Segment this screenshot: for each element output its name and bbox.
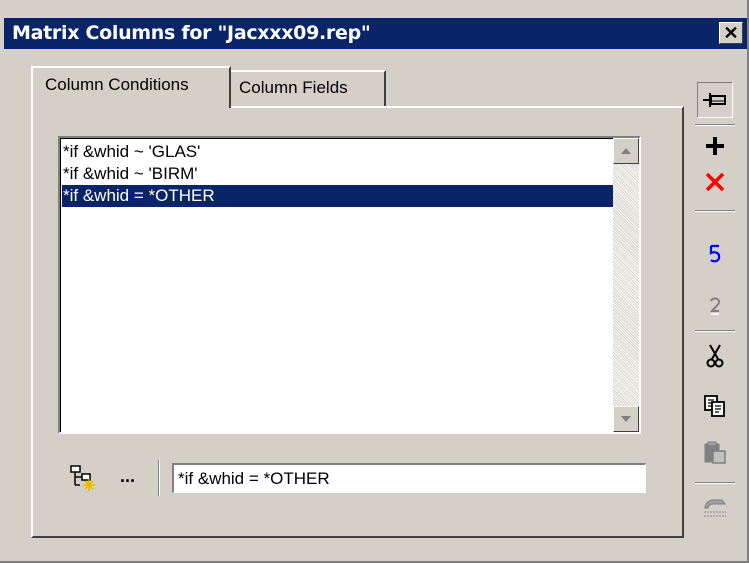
- undo-icon: [709, 244, 721, 263]
- delete-icon: [705, 172, 725, 192]
- title-bar[interactable]: Matrix Columns for "Jacxxx09.rep" ✕: [4, 18, 747, 49]
- paste-icon: [704, 441, 726, 464]
- close-button[interactable]: ✕: [719, 22, 743, 44]
- vertical-scrollbar[interactable]: [613, 138, 639, 432]
- copy-icon: [704, 395, 725, 417]
- scroll-up-button[interactable]: [613, 138, 639, 164]
- find-replace-icon: [704, 499, 726, 517]
- redo-icon: [709, 297, 721, 315]
- paste-button[interactable]: [697, 434, 733, 470]
- add-button[interactable]: [697, 128, 733, 164]
- undo-button[interactable]: [697, 236, 733, 272]
- window-title: Matrix Columns for "Jacxxx09.rep": [12, 22, 371, 44]
- condition-input[interactable]: [172, 463, 646, 493]
- conditions-listbox[interactable]: *if &whid ~ 'GLAS' *if &whid ~ 'BIRM' *i…: [58, 136, 641, 434]
- pin-button[interactable]: [697, 82, 733, 118]
- delete-button[interactable]: [697, 164, 733, 200]
- tab-column-fields[interactable]: Column Fields: [231, 70, 386, 106]
- tab-label: Column Conditions: [45, 75, 189, 94]
- new-condition-icon[interactable]: [68, 463, 98, 493]
- list-item[interactable]: *if &whid ~ 'GLAS': [62, 141, 616, 163]
- arrow-down-icon: [621, 416, 631, 422]
- cut-icon: [706, 344, 724, 368]
- arrow-up-icon: [621, 148, 631, 154]
- pin-icon: [703, 93, 726, 107]
- separator: [158, 460, 160, 496]
- redo-button[interactable]: [697, 288, 733, 324]
- tab-label: Column Fields: [239, 78, 348, 97]
- list-item-selected[interactable]: *if &whid = *OTHER: [62, 185, 616, 207]
- ellipsis-button[interactable]: ...: [120, 466, 135, 487]
- copy-button[interactable]: [697, 388, 733, 424]
- find-replace-button[interactable]: [697, 490, 733, 526]
- scroll-down-button[interactable]: [613, 406, 639, 432]
- add-icon: [706, 137, 724, 155]
- tab-column-conditions[interactable]: Column Conditions: [31, 66, 231, 108]
- cut-button[interactable]: [697, 338, 733, 374]
- side-toolbar: [691, 60, 741, 530]
- close-icon: ✕: [723, 23, 739, 43]
- dialog-window: Matrix Columns for "Jacxxx09.rep" ✕ Colu…: [0, 0, 749, 563]
- list-item[interactable]: *if &whid ~ 'BIRM': [62, 163, 616, 185]
